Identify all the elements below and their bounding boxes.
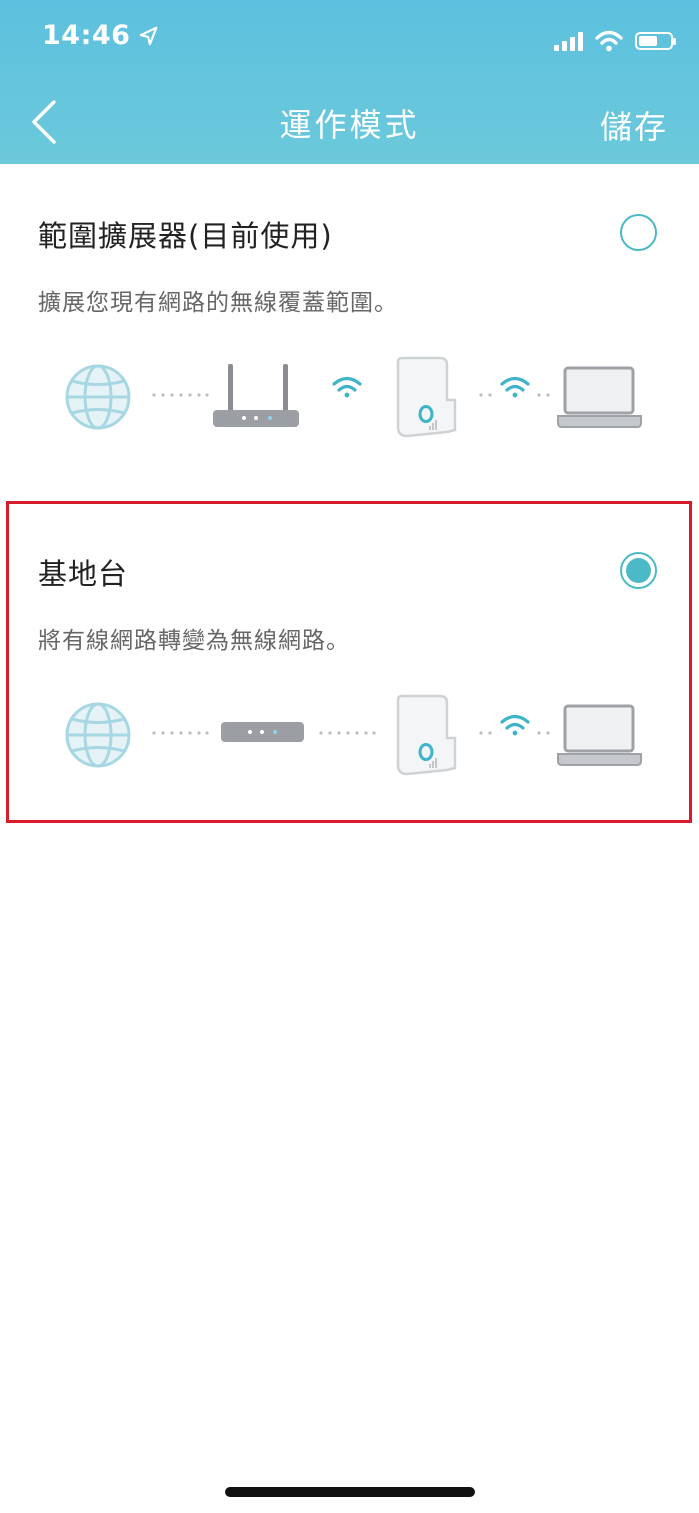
status-time-text: 14:46 — [42, 20, 131, 51]
status-time: 14:46 — [42, 20, 160, 51]
laptop-icon — [557, 704, 642, 766]
option-description: 將有線網路轉變為無線網路。 — [38, 628, 350, 654]
home-indicator[interactable] — [225, 1487, 475, 1497]
option-description: 擴展您現有網路的無線覆蓋範圍。 — [38, 290, 398, 316]
router-icon — [213, 364, 299, 427]
option-title: 範圍擴展器(目前使用) — [38, 219, 333, 253]
app-header: 14:46 運作模式 儲存 — [0, 0, 699, 164]
range-extender-icon — [396, 356, 457, 438]
radio-range-extender[interactable] — [620, 214, 657, 251]
dots-connector — [152, 393, 209, 397]
dots-connector — [319, 731, 376, 735]
chevron-left-icon — [32, 100, 56, 144]
cellular-signal-icon — [554, 31, 583, 51]
option-range-extender[interactable]: 範圍擴展器(目前使用) 擴展您現有網路的無線覆蓋範圍。 — [0, 190, 699, 480]
back-button[interactable] — [24, 98, 68, 150]
range-extender-diagram — [65, 356, 642, 438]
save-button[interactable]: 儲存 — [600, 102, 668, 148]
range-extender-icon — [396, 694, 457, 776]
globe-icon — [65, 702, 131, 768]
wifi-signal-icon — [500, 376, 530, 398]
page-title: 運作模式 — [279, 106, 420, 144]
access-point-diagram — [65, 694, 642, 776]
radio-access-point[interactable] — [620, 552, 657, 589]
dots-connector — [152, 731, 209, 735]
modem-icon — [221, 722, 304, 742]
location-arrow-icon — [140, 26, 158, 45]
battery-icon — [635, 32, 676, 50]
laptop-icon — [557, 366, 642, 428]
globe-icon — [65, 364, 131, 430]
status-icons — [554, 30, 676, 52]
option-title: 基地台 — [38, 557, 129, 591]
wifi-signal-icon — [500, 714, 530, 736]
wifi-status-icon — [595, 30, 623, 52]
wifi-signal-icon — [332, 376, 362, 398]
option-access-point[interactable]: 基地台 將有線網路轉變為無線網路。 — [0, 528, 699, 818]
